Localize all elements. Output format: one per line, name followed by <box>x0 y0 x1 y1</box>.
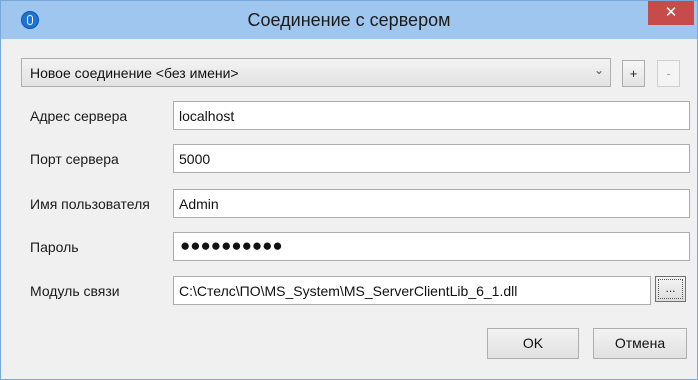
close-button[interactable]: ✕ <box>648 1 694 25</box>
remove-connection-button[interactable]: - <box>657 60 680 87</box>
browse-button[interactable]: ... <box>655 276 686 302</box>
server-port-input[interactable]: 5000 <box>173 144 690 173</box>
password-input[interactable]: ●●●●●●●●●● <box>173 232 690 261</box>
username-value: Admin <box>179 196 219 212</box>
module-path-value: C:\Стелс\ПО\MS_System\MS_ServerClientLib… <box>179 283 518 299</box>
username-label: Имя пользователя <box>30 196 150 212</box>
server-address-label: Адрес сервера <box>30 108 128 124</box>
title-bar[interactable]: Соединение с сервером ✕ <box>1 1 697 39</box>
module-path-input[interactable]: C:\Стелс\ПО\MS_System\MS_ServerClientLib… <box>173 276 651 305</box>
module-label: Модуль связи <box>30 283 120 299</box>
connection-select-value: Новое соединение <без имени> <box>30 65 239 81</box>
server-port-label: Порт сервера <box>30 151 119 167</box>
password-value: ●●●●●●●●●● <box>180 236 283 255</box>
server-address-input[interactable]: localhost <box>173 101 690 130</box>
server-port-value: 5000 <box>179 151 211 167</box>
connection-select[interactable]: Новое соединение <без имени> ⌄ <box>21 58 611 87</box>
ok-button[interactable]: OK <box>487 328 579 359</box>
server-address-value: localhost <box>179 108 235 124</box>
username-input[interactable]: Admin <box>173 189 690 218</box>
password-label: Пароль <box>30 239 79 255</box>
chevron-down-icon: ⌄ <box>593 63 604 77</box>
add-connection-button[interactable]: + <box>622 60 645 87</box>
window-title: Соединение с сервером <box>247 10 451 30</box>
cancel-button[interactable]: Отмена <box>593 328 687 359</box>
